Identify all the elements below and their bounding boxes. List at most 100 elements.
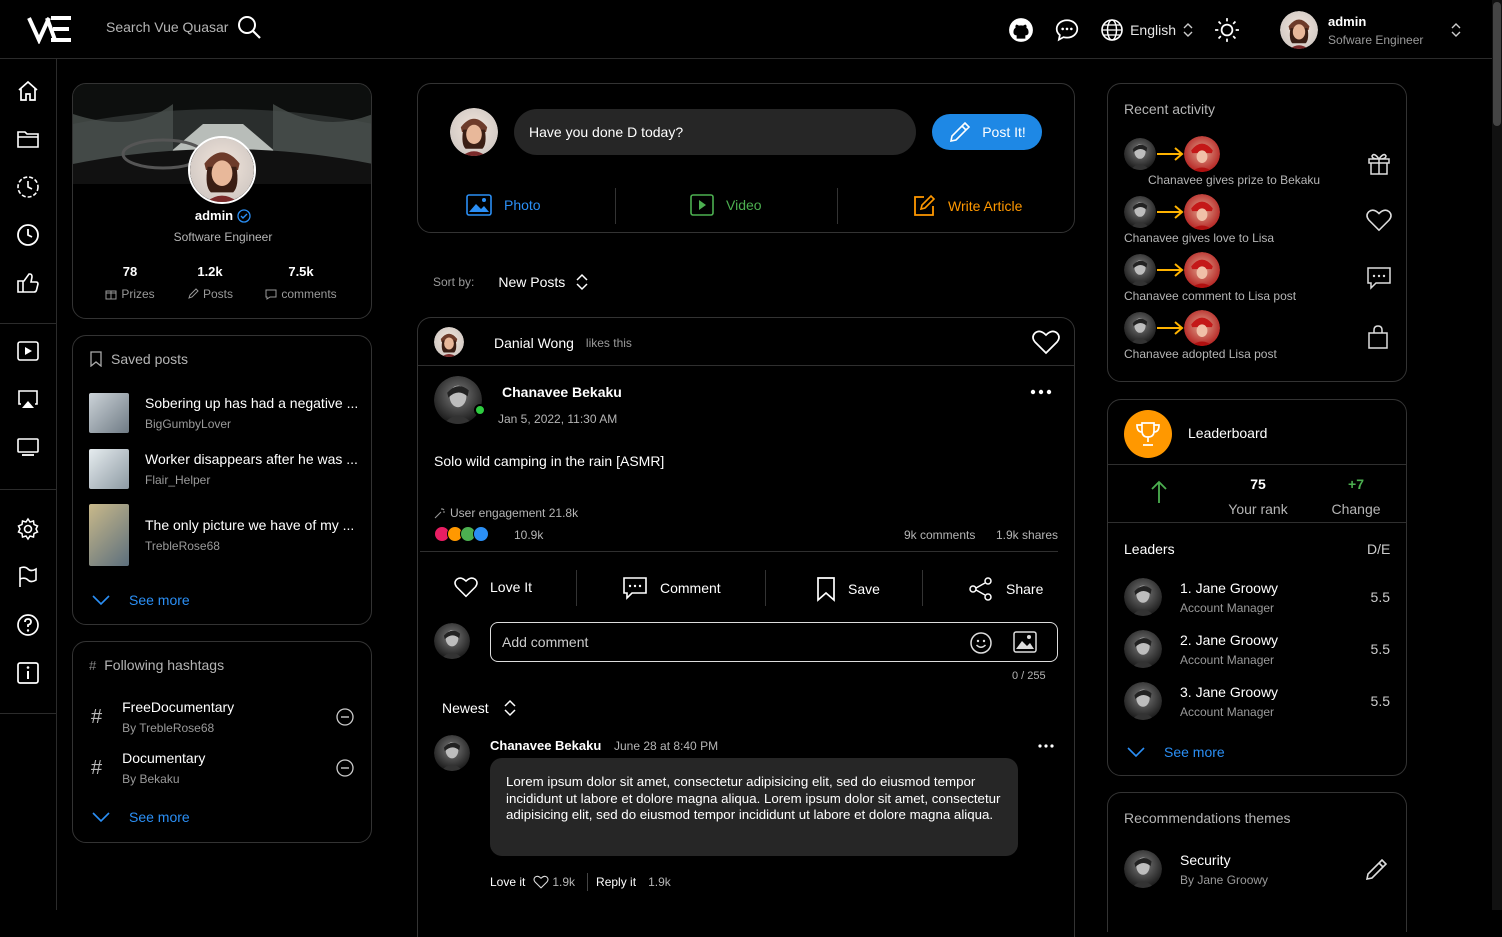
share-button[interactable]: Share — [968, 576, 1043, 602]
leaderboard-see-more[interactable]: See more — [1126, 744, 1225, 760]
airplay-icon[interactable] — [16, 387, 40, 411]
saved-post-item[interactable]: The only picture we have of my ... Treble… — [89, 504, 360, 566]
page-scrollbar[interactable] — [1492, 0, 1502, 910]
activity-item[interactable]: Chanavee gives prize to Bekaku — [1124, 136, 1320, 187]
write-article-action[interactable]: Write Article — [912, 194, 1022, 218]
bag-icon[interactable] — [1366, 324, 1390, 350]
leader-item[interactable]: 3. Jane Groowy Account Manager 5.5 — [1124, 682, 1390, 720]
chevron-updown-icon — [576, 273, 588, 291]
comment-button[interactable]: Comment — [622, 576, 721, 600]
heart-icon — [454, 577, 478, 598]
share-count[interactable]: 1.9k shares — [996, 528, 1058, 542]
unfollow-icon[interactable] — [335, 758, 355, 778]
video-action[interactable]: Video — [690, 194, 762, 216]
activity-item[interactable]: Chanavee gives love to Lisa — [1124, 194, 1274, 245]
hashtags-title: Following hashtags — [104, 657, 225, 673]
profile-name: admin — [194, 208, 234, 223]
saved-posts-see-more[interactable]: See more — [91, 592, 190, 608]
stat-comments[interactable]: 7.5k comments — [261, 264, 341, 301]
emoji-icon[interactable] — [969, 631, 993, 655]
heart-icon[interactable] — [1366, 208, 1392, 232]
hashtag-item[interactable]: # Documentary By Bekaku — [91, 750, 355, 786]
comment-author[interactable]: Chanavee Bekaku — [490, 738, 601, 753]
home-icon[interactable] — [16, 79, 40, 103]
search-placeholder: Search Vue Quasar — [106, 19, 229, 35]
arrow-up-icon — [1151, 480, 1167, 503]
hash-icon: # — [89, 657, 97, 673]
comment-reply-button[interactable]: Reply it — [596, 875, 636, 889]
heart-icon[interactable] — [533, 875, 549, 889]
unfollow-icon[interactable] — [335, 707, 355, 727]
user-name: admin — [1328, 13, 1367, 29]
clock-dashed-icon[interactable] — [16, 175, 40, 199]
monitor-icon[interactable] — [16, 435, 40, 459]
stat-posts[interactable]: 1.2k Posts — [170, 264, 250, 301]
bookmark-icon — [90, 351, 102, 367]
leader-item[interactable]: 2. Jane Groowy Account Manager 5.5 — [1124, 630, 1390, 668]
comment-bubble: Lorem ipsum dolor sit amet, consectetur … — [490, 758, 1018, 856]
search-icon[interactable] — [236, 14, 262, 40]
more-options-icon[interactable] — [1030, 388, 1052, 396]
help-icon[interactable] — [16, 613, 40, 637]
activity-item[interactable]: Chanavee comment to Lisa post — [1124, 252, 1296, 303]
share-icon — [969, 577, 992, 601]
sun-icon[interactable] — [1214, 17, 1240, 43]
hashtag-item[interactable]: # FreeDocumentary By TrebleRose68 — [91, 699, 355, 735]
gift-icon[interactable] — [1366, 150, 1392, 176]
composer-input[interactable]: Have you done D today? — [514, 109, 916, 155]
gift-icon — [105, 290, 117, 300]
comment-love-button[interactable]: Love it — [490, 875, 525, 889]
github-icon[interactable] — [1008, 17, 1034, 43]
stat-prizes[interactable]: 78 Prizes — [90, 264, 170, 301]
add-comment-input[interactable]: Add comment — [490, 622, 1058, 662]
saved-post-item[interactable]: Sobering up has had a negative ... BigGum… — [89, 393, 360, 433]
arrow-right-icon — [1157, 205, 1184, 219]
clock-icon[interactable] — [16, 223, 40, 247]
settings-icon[interactable] — [16, 517, 40, 541]
saved-post-item[interactable]: Worker disappears after he was ... Flair_… — [89, 449, 360, 489]
author-name[interactable]: Chanavee Bekaku — [502, 384, 622, 400]
arrow-right-icon — [1157, 263, 1184, 277]
reaction-icons[interactable] — [434, 526, 489, 542]
flag-icon[interactable] — [16, 565, 40, 589]
image-icon[interactable] — [1013, 631, 1037, 653]
top-bar: Search Vue Quasar English admin Sofware … — [0, 0, 1502, 59]
edit-icon — [914, 194, 936, 216]
save-button[interactable]: Save — [816, 576, 880, 602]
sort-select[interactable]: New Posts — [498, 272, 589, 292]
love-button[interactable]: Love It — [454, 576, 532, 598]
info-icon[interactable] — [16, 661, 40, 685]
activity-item[interactable]: Chanavee adopted Lisa post — [1124, 310, 1277, 361]
post-button[interactable]: Post It! — [932, 114, 1042, 150]
de-label: D/E — [1367, 541, 1391, 557]
heart-icon[interactable] — [1032, 329, 1060, 355]
author-avatar — [434, 376, 482, 424]
photo-action[interactable]: Photo — [466, 194, 541, 216]
scrollbar-thumb[interactable] — [1493, 2, 1501, 126]
more-options-icon[interactable] — [1038, 743, 1054, 749]
search-box[interactable]: Search Vue Quasar — [106, 14, 262, 40]
language-selector[interactable]: English — [1100, 18, 1194, 42]
liker-name[interactable]: Danial Wong — [494, 335, 574, 351]
comment-icon[interactable] — [1366, 266, 1392, 290]
video-icon — [690, 194, 714, 216]
verified-icon — [237, 208, 251, 223]
pencil-icon[interactable] — [1364, 856, 1390, 882]
hashtags-see-more[interactable]: See more — [91, 809, 190, 825]
sparkle-icon — [434, 508, 445, 519]
thumbs-up-icon[interactable] — [16, 271, 40, 295]
folder-icon[interactable] — [16, 127, 40, 151]
recommendation-item[interactable]: Security By Jane Groowy — [1124, 850, 1390, 888]
leader-item[interactable]: 1. Jane Groowy Account Manager 5.5 — [1124, 578, 1390, 616]
sidebar — [0, 59, 57, 910]
play-square-icon[interactable] — [16, 339, 40, 363]
chat-icon[interactable] — [1054, 17, 1080, 43]
comments-sort[interactable]: Newest — [442, 698, 517, 718]
post-composer: Have you done D today? Post It! Photo Vi… — [417, 83, 1075, 233]
user-menu[interactable]: admin Sofware Engineer — [1280, 11, 1462, 49]
reaction-count: 10.9k — [514, 528, 544, 542]
comment-count[interactable]: 9k comments — [904, 528, 975, 542]
app-logo[interactable] — [27, 14, 73, 44]
user-avatar — [1280, 11, 1318, 49]
comment-time: June 28 at 8:40 PM — [614, 739, 719, 753]
